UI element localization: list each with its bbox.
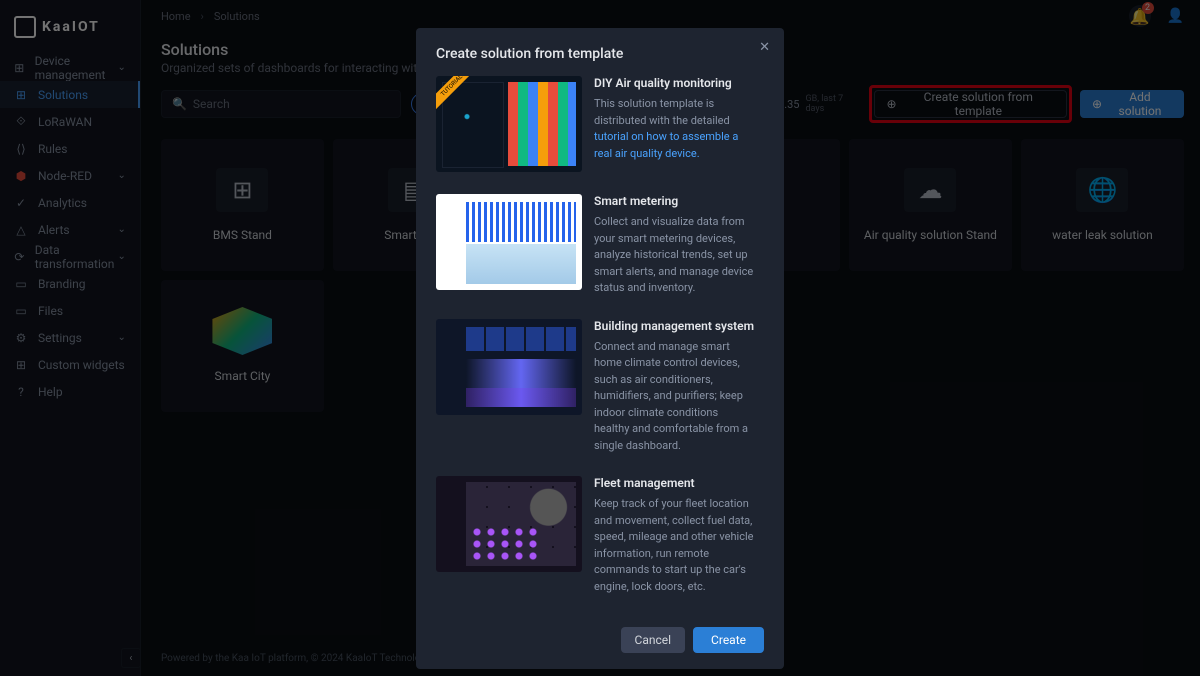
template-title: DIY Air quality monitoring <box>594 76 756 90</box>
template-item[interactable]: Fleet management Keep track of your fleet… <box>436 476 756 595</box>
create-template-modal: Create solution from template ✕ TUTORIAL… <box>416 28 784 669</box>
template-thumb <box>436 319 582 415</box>
template-thumb <box>436 476 582 572</box>
modal-overlay[interactable]: Create solution from template ✕ TUTORIAL… <box>0 0 1200 676</box>
template-list[interactable]: TUTORIAL DIY Air quality monitoring This s… <box>436 76 764 617</box>
cancel-button[interactable]: Cancel <box>621 627 686 653</box>
template-thumb <box>436 194 582 290</box>
template-link[interactable]: tutorial on how to assemble a real air q… <box>594 130 738 160</box>
template-desc: This solution template is distributed wi… <box>594 96 756 162</box>
create-button[interactable]: Create <box>693 627 764 653</box>
template-title: Fleet management <box>594 476 756 490</box>
template-item[interactable]: TUTORIAL DIY Air quality monitoring This s… <box>436 76 756 172</box>
template-desc: Connect and manage smart home climate co… <box>594 339 756 455</box>
template-title: Building management system <box>594 319 756 333</box>
template-thumb: TUTORIAL <box>436 76 582 172</box>
template-desc: Keep track of your fleet location and mo… <box>594 496 756 595</box>
close-icon[interactable]: ✕ <box>759 40 770 55</box>
template-title: Smart metering <box>594 194 756 208</box>
template-item[interactable]: Building management system Connect and ma… <box>436 319 756 455</box>
template-desc: Collect and visualize data from your sma… <box>594 214 756 297</box>
modal-title: Create solution from template <box>436 46 764 62</box>
template-item[interactable]: Smart metering Collect and visualize data… <box>436 194 756 297</box>
